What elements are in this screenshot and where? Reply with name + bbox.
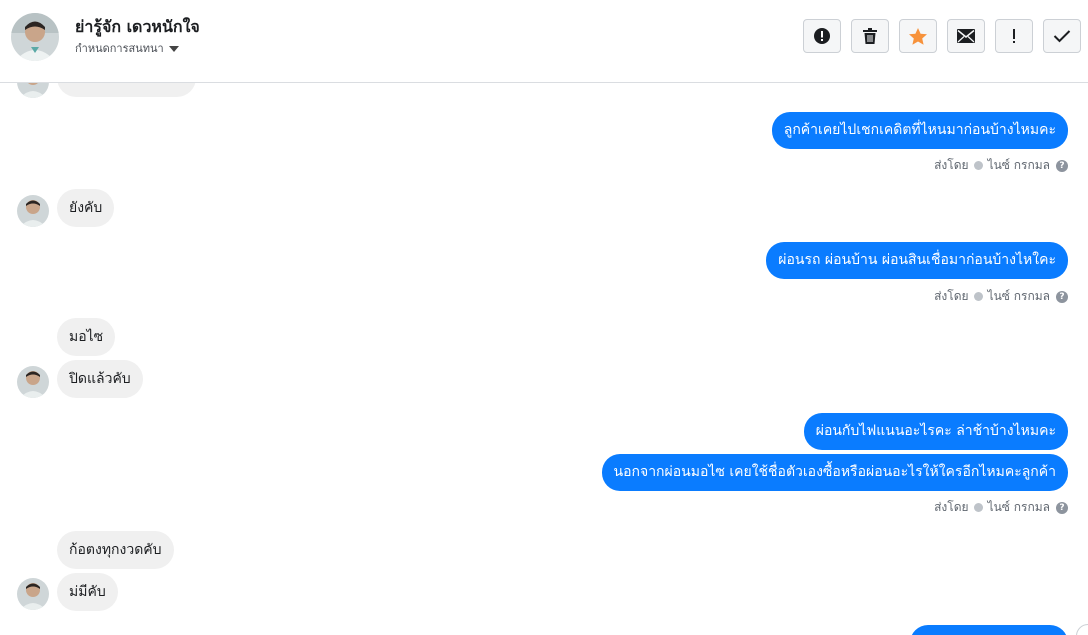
star-button[interactable]	[899, 19, 937, 53]
sent-by-line: ส่งโดย ไนซ์ กรกมล ?	[934, 498, 1068, 517]
divider-dot-icon	[973, 292, 983, 301]
message-bubble-incoming[interactable]: มอไซ	[57, 318, 116, 356]
message-bubble-incoming[interactable]: ยังคับ	[57, 189, 115, 227]
message-bubble-outgoing[interactable]: ผ่อนกับไฟแนนอะไรคะ ล่าช้าบ้างไหมคะ	[803, 413, 1068, 450]
delete-button[interactable]	[851, 19, 889, 53]
help-icon[interactable]: ?	[1056, 290, 1068, 303]
sent-by-line: ส่งโดย ไนซ์ กรกมล ?	[934, 156, 1068, 175]
conversation-settings-label: กำหนดการสนทนา	[75, 42, 164, 55]
message-bubble-incoming[interactable]: ก้อตงทุกงวดคับ	[57, 531, 174, 569]
avatar	[17, 366, 49, 398]
checkmark-icon	[1053, 30, 1071, 43]
trash-icon	[863, 28, 877, 44]
message-bubble-incoming[interactable]: ปิดแล้วคับ	[57, 360, 143, 398]
message-bubble-outgoing[interactable]	[910, 625, 1068, 635]
avatar	[17, 578, 49, 610]
message-bubble-incoming[interactable]: ม่มีคับ	[57, 573, 118, 611]
alert-circle-icon	[814, 28, 830, 44]
help-icon[interactable]: ?	[1056, 159, 1068, 172]
avatar[interactable]	[11, 13, 59, 61]
sent-by-line: ส่งโดย ไนซ์ กรกมล ?	[934, 287, 1068, 306]
contact-name: ย่ารู้จัก เดวหนักใจ	[75, 17, 200, 36]
mark-done-button[interactable]	[1043, 19, 1081, 53]
message-bubble-outgoing[interactable]: ผ่อนรถ ผ่อนบ้าน ผ่อนสินเชื่อมาก่อนบ้างไห…	[766, 242, 1068, 279]
chat-window: ลูกค้าเคยไปเชกเคดิตที่ไหนมาก่อนบ้างไหมคะ…	[0, 0, 1088, 635]
conversation-header: ย่ารู้จัก เดวหนักใจ กำหนดการสนทนา	[0, 0, 1088, 83]
star-icon	[909, 27, 927, 45]
caret-down-icon	[168, 46, 179, 52]
conversation-settings-dropdown[interactable]: กำหนดการสนทนา	[75, 39, 179, 57]
mark-unread-button[interactable]	[947, 19, 985, 53]
envelope-icon	[957, 29, 975, 43]
alert-button[interactable]	[803, 19, 841, 53]
scroll-indicator[interactable]	[1076, 624, 1088, 635]
exclamation-icon	[1013, 29, 1015, 43]
divider-dot-icon	[973, 503, 983, 512]
mark-spam-button[interactable]	[995, 19, 1033, 53]
avatar	[17, 195, 49, 227]
divider-dot-icon	[973, 161, 983, 170]
message-bubble-outgoing[interactable]: ลูกค้าเคยไปเชกเคดิตที่ไหนมาก่อนบ้างไหมคะ	[771, 112, 1068, 149]
message-bubble-outgoing[interactable]: นอกจากผ่อนมอไซ เคยใช้ชื่อตัวเองซื้อหรือผ…	[601, 454, 1068, 491]
help-icon[interactable]: ?	[1056, 501, 1068, 514]
